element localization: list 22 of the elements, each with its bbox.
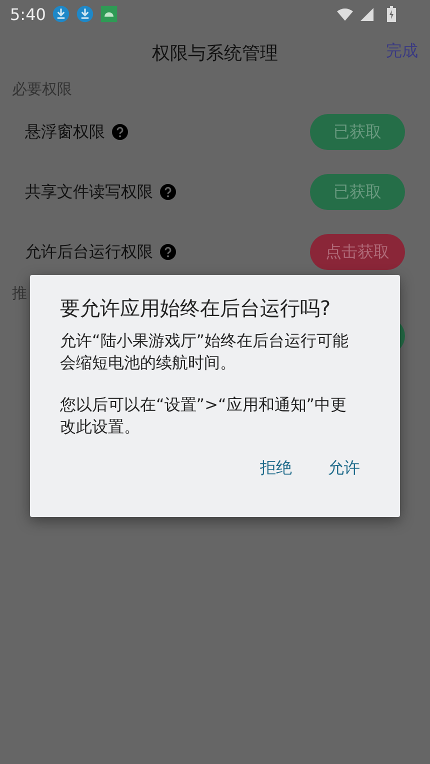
permission-button[interactable]: 已获取 <box>310 174 405 210</box>
page-title: 权限与系统管理 <box>152 42 278 65</box>
help-icon[interactable] <box>160 184 176 200</box>
permission-button[interactable]: 点击获取 <box>310 234 405 270</box>
help-icon[interactable] <box>112 124 128 140</box>
dialog-message: 允许“陆小果游戏厅”始终在后台运行可能会缩短电池的续航时间。 <box>60 330 350 374</box>
android-icon <box>100 5 118 23</box>
download-icon <box>52 5 70 23</box>
allow-button[interactable]: 允许 <box>328 458 360 479</box>
deny-button[interactable]: 拒绝 <box>260 458 292 479</box>
download-icon <box>76 5 94 23</box>
dialog-title: 要允许应用始终在后台运行吗? <box>60 295 332 322</box>
signal-icon <box>359 8 375 20</box>
battery-charging-icon <box>387 6 396 22</box>
dialog-message: 您以后可以在“设置”>“应用和通知”中更改此设置。 <box>60 394 348 438</box>
wifi-icon <box>337 8 353 20</box>
permission-button[interactable]: 已获取 <box>310 114 405 150</box>
permission-label: 共享文件读写权限 <box>25 182 153 202</box>
status-time: 5:40 <box>10 4 46 24</box>
permission-label: 悬浮窗权限 <box>25 122 105 142</box>
permission-label: 允许后台运行权限 <box>25 242 153 262</box>
help-icon[interactable] <box>160 244 176 260</box>
